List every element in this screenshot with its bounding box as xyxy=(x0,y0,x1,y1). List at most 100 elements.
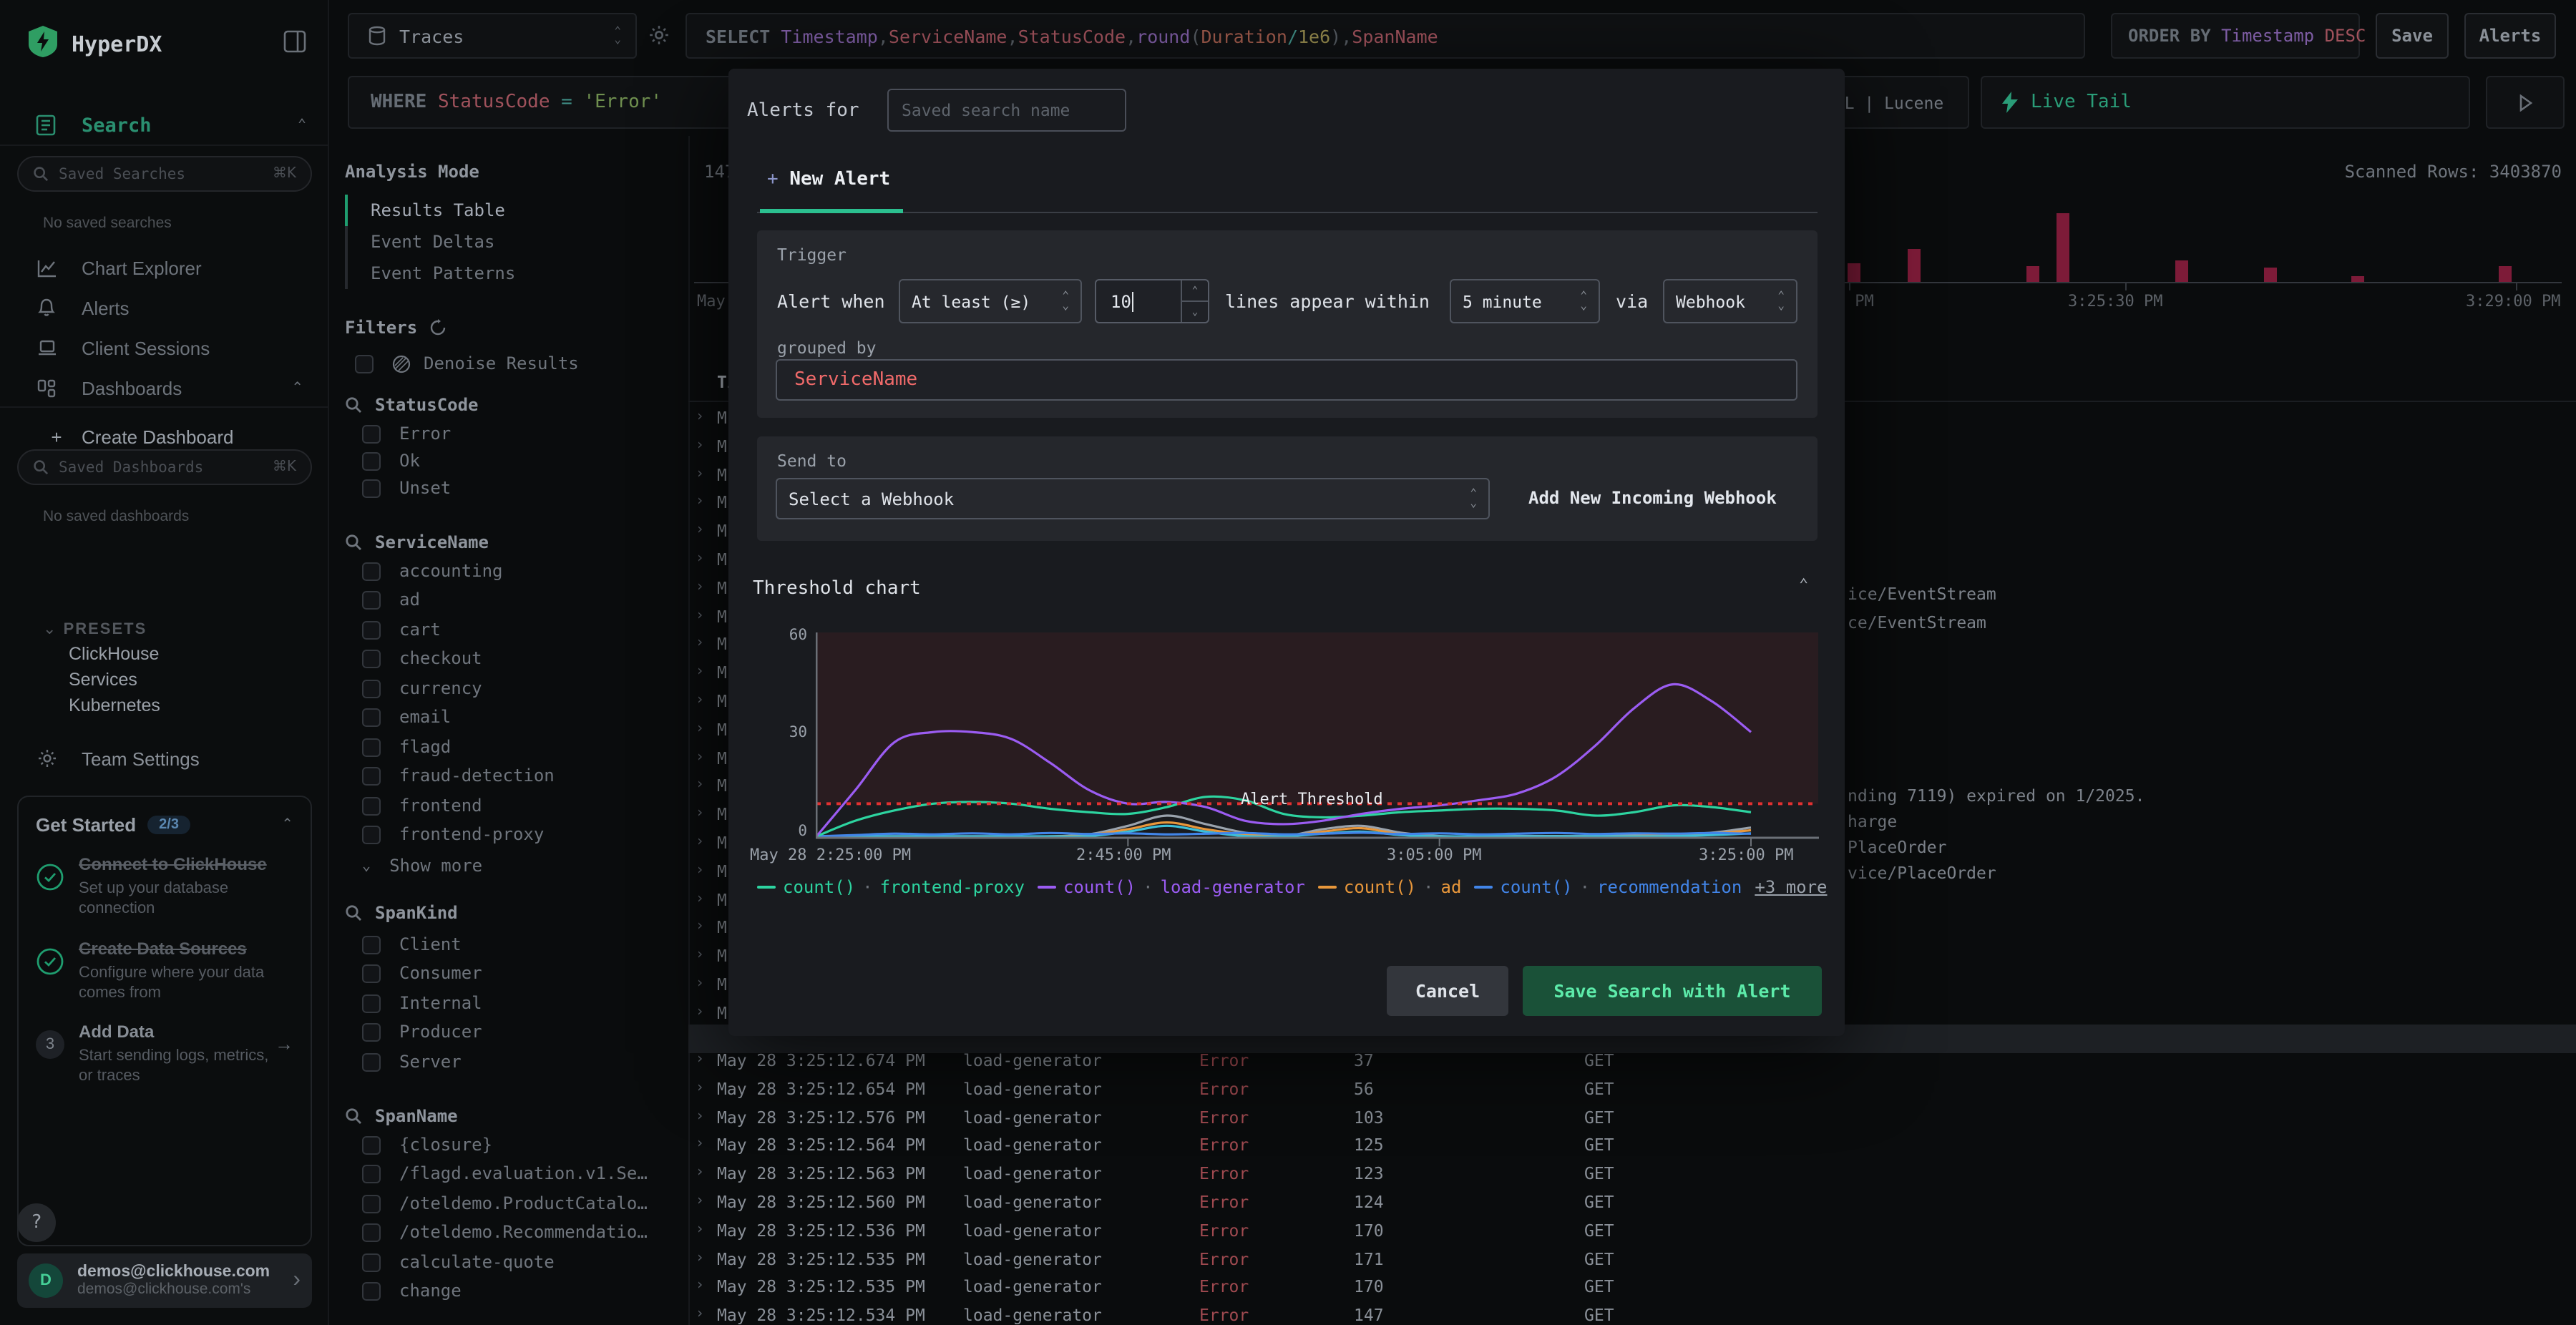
row-expand-chevron[interactable]: › xyxy=(696,919,704,935)
checkbox[interactable] xyxy=(362,1194,381,1213)
row-expand-chevron[interactable]: › xyxy=(696,1306,704,1322)
checkbox[interactable] xyxy=(362,590,381,609)
chart-collapse-icon[interactable]: ⌃ xyxy=(1799,575,1808,594)
table-row-clipped[interactable]: M xyxy=(717,662,727,683)
table-row-clipped[interactable]: M xyxy=(717,1003,727,1023)
get-started-item[interactable]: Connect to ClickHouseSet up your databas… xyxy=(36,854,293,919)
filter-item-frontend-proxy[interactable]: frontend-proxy xyxy=(362,824,544,844)
row-expand-chevron[interactable]: › xyxy=(696,1004,704,1020)
filter-item--oteldemo-productcatalo-[interactable]: /oteldemo.ProductCatalo… xyxy=(362,1193,648,1213)
row-expand-chevron[interactable]: › xyxy=(696,721,704,737)
table-row-clipped[interactable]: M xyxy=(717,691,727,711)
table-row-clipped[interactable]: M xyxy=(717,578,727,598)
table-row-clipped[interactable]: M xyxy=(717,833,727,853)
get-started-item[interactable]: Create Data SourcesConfigure where your … xyxy=(36,938,293,1003)
checkbox[interactable] xyxy=(362,708,381,726)
row-expand-chevron[interactable]: › xyxy=(696,891,704,906)
filter-item-server[interactable]: Server xyxy=(362,1052,462,1072)
table-row[interactable]: ›May 28 3:25:12.535 PMload-generatorErro… xyxy=(688,1274,2576,1301)
search-icon[interactable] xyxy=(345,534,362,551)
filter-item-accounting[interactable]: accounting xyxy=(362,561,503,581)
row-expand-chevron[interactable]: › xyxy=(696,976,704,992)
legend-item-load-generator[interactable]: count()·load-generator xyxy=(1038,877,1305,897)
row-expand-chevron[interactable]: › xyxy=(696,607,704,623)
table-row-clipped[interactable]: M xyxy=(717,635,727,655)
get-started-item[interactable]: 3Add DataStart sending logs, metrics, or… xyxy=(36,1022,293,1087)
legend-item-recommendation[interactable]: count()·recommendation xyxy=(1474,877,1742,897)
filter-item-client[interactable]: Client xyxy=(362,934,462,954)
checkbox[interactable] xyxy=(362,1135,381,1154)
checkbox[interactable] xyxy=(362,766,381,785)
row-expand-chevron[interactable]: › xyxy=(696,466,704,481)
filter-item-consumer[interactable]: Consumer xyxy=(362,963,482,983)
filter-item-fraud-detection[interactable]: fraud-detection xyxy=(362,766,555,786)
denoise-filter[interactable]: Denoise Results xyxy=(355,353,579,373)
threshold-type-select[interactable]: At least (≥) ⌃⌄ xyxy=(899,279,1082,323)
alerts-button[interactable]: Alerts xyxy=(2464,13,2556,59)
row-expand-chevron[interactable]: › xyxy=(696,1080,704,1096)
row-expand-chevron[interactable]: › xyxy=(696,522,704,538)
row-expand-chevron[interactable]: › xyxy=(696,580,704,595)
table-row[interactable]: ›May 28 3:25:12.534 PMload-generatorErro… xyxy=(688,1302,2576,1325)
table-row[interactable]: ›May 28 3:25:12.535 PMload-generatorErro… xyxy=(688,1246,2576,1273)
filter-item-ok[interactable]: Ok xyxy=(362,451,420,471)
channel-select[interactable]: Webhook ⌃⌄ xyxy=(1663,279,1797,323)
table-cell-partial[interactable]: harge xyxy=(1848,811,1897,831)
table-row[interactable]: ›May 28 3:25:12.674 PMload-generatorErro… xyxy=(688,1047,2576,1075)
table-row-clipped[interactable]: M xyxy=(717,436,727,456)
row-expand-chevron[interactable]: › xyxy=(696,1278,704,1294)
row-expand-chevron[interactable]: › xyxy=(696,1193,704,1209)
live-tail-button[interactable]: Live Tail xyxy=(1981,76,2470,129)
checkbox[interactable] xyxy=(362,738,381,756)
checkbox[interactable] xyxy=(362,964,381,982)
analysis-mode-event-deltas[interactable]: Event Deltas xyxy=(371,232,494,252)
checkbox[interactable] xyxy=(362,679,381,698)
sidebar-preset-services[interactable]: Services xyxy=(69,670,137,690)
row-expand-chevron[interactable]: › xyxy=(696,778,704,793)
cancel-button[interactable]: Cancel xyxy=(1387,966,1508,1016)
select-query-input[interactable]: SELECT Timestamp,ServiceName,StatusCode,… xyxy=(686,13,2085,59)
table-row-clipped[interactable]: M xyxy=(717,889,727,909)
search-icon[interactable] xyxy=(345,904,362,921)
grouped-by-input[interactable]: ServiceName xyxy=(776,359,1797,401)
search-icon[interactable] xyxy=(345,396,362,414)
source-select[interactable]: Traces ⌃⌄ xyxy=(348,13,637,59)
checkbox[interactable] xyxy=(362,1281,381,1300)
collapse-sidebar-icon[interactable] xyxy=(283,30,306,53)
filter-item-flagd[interactable]: flagd xyxy=(362,737,451,757)
sidebar-item-create-dashboard[interactable]: + Create Dashboard xyxy=(0,421,329,452)
table-cell-partial[interactable]: ce/EventStream xyxy=(1848,612,1986,632)
row-expand-chevron[interactable]: › xyxy=(696,494,704,510)
row-expand-chevron[interactable]: › xyxy=(696,551,704,567)
filter-item-frontend[interactable]: frontend xyxy=(362,796,482,816)
row-expand-chevron[interactable]: › xyxy=(696,636,704,652)
filter-item-internal[interactable]: Internal xyxy=(362,993,482,1013)
checkbox[interactable] xyxy=(362,1253,381,1271)
dashboards-collapse-icon[interactable]: ⌃ xyxy=(291,380,303,396)
row-expand-chevron[interactable]: › xyxy=(696,409,704,425)
filter-item--oteldemo-recommendatio-[interactable]: /oteldemo.Recommendatio… xyxy=(362,1222,648,1242)
row-expand-chevron[interactable]: › xyxy=(696,863,704,879)
get-started-collapse-icon[interactable]: ⌃ xyxy=(281,817,293,833)
row-expand-chevron[interactable]: › xyxy=(696,1165,704,1180)
interval-select[interactable]: 5 minute ⌃⌄ xyxy=(1450,279,1600,323)
run-query-button[interactable] xyxy=(2486,76,2565,129)
sidebar-item-alerts[interactable]: Alerts xyxy=(0,292,329,323)
row-expand-chevron[interactable]: › xyxy=(696,834,704,850)
checkbox[interactable] xyxy=(362,1052,381,1071)
refresh-icon[interactable] xyxy=(429,319,446,336)
filter-item-producer[interactable]: Producer xyxy=(362,1022,482,1042)
table-cell-partial[interactable]: vice/PlaceOrder xyxy=(1848,863,1996,883)
threshold-chart[interactable] xyxy=(816,632,1819,850)
analysis-mode-event-patterns[interactable]: Event Patterns xyxy=(371,263,515,283)
filter-item-currency[interactable]: currency xyxy=(362,678,482,698)
filter-item-change[interactable]: change xyxy=(362,1281,462,1301)
saved-dashboards-input[interactable]: Saved Dashboards ⌘K xyxy=(17,449,312,485)
search-collapse-icon[interactable]: ⌃ xyxy=(298,117,306,133)
table-row[interactable]: ›May 28 3:25:12.560 PMload-generatorErro… xyxy=(688,1189,2576,1216)
table-row-clipped[interactable]: M xyxy=(717,974,727,994)
checkbox[interactable] xyxy=(362,825,381,844)
filter-item-ad[interactable]: ad xyxy=(362,590,420,610)
sidebar-item-search[interactable]: Search xyxy=(82,114,152,137)
table-cell-partial[interactable]: nding 7119) expired on 1/2025. xyxy=(1848,786,2145,806)
